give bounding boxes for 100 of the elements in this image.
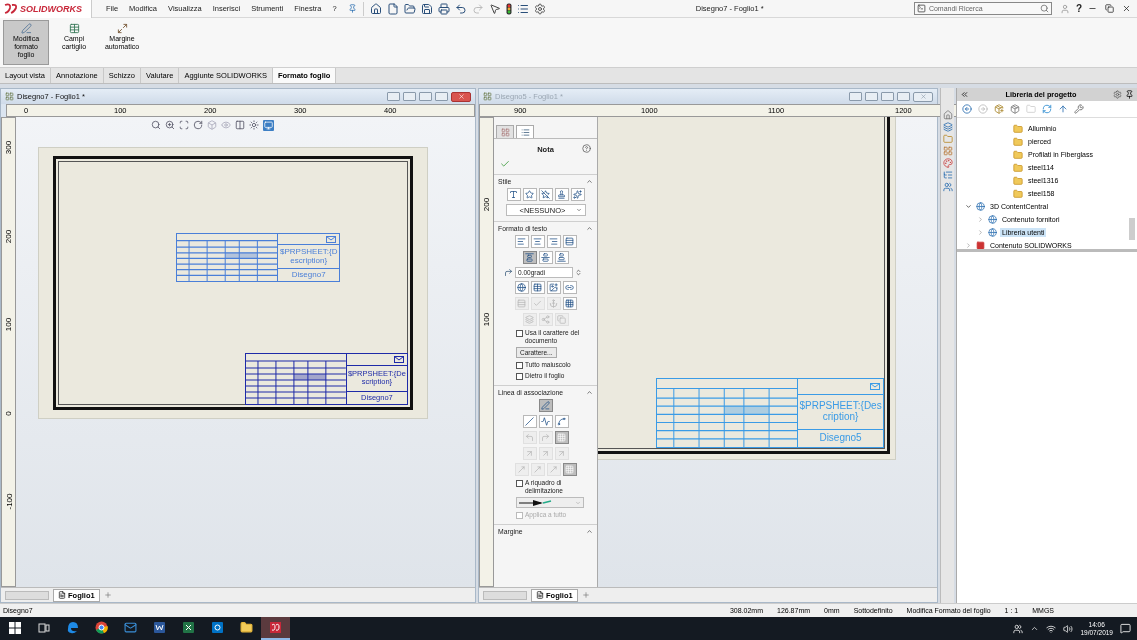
task-view-icon[interactable] [37, 622, 50, 633]
property-tab[interactable] [516, 125, 534, 138]
refresh-icon[interactable] [1042, 104, 1052, 114]
collapse-icon[interactable] [586, 178, 593, 185]
collapse-icon[interactable] [960, 90, 969, 99]
scrollbar-thumb[interactable] [1129, 218, 1135, 240]
tile-button[interactable] [403, 92, 416, 101]
windows-logo-icon[interactable] [8, 621, 21, 634]
settings-icon[interactable] [533, 2, 546, 15]
tool-button[interactable] [554, 188, 569, 201]
maximize-button[interactable] [897, 92, 910, 101]
minimize-button[interactable] [881, 92, 894, 101]
checkbox[interactable] [516, 480, 523, 487]
palette-icon[interactable] [942, 158, 953, 168]
checkbox[interactable] [516, 330, 523, 337]
tool-button[interactable] [522, 188, 537, 201]
tool-button[interactable] [554, 251, 569, 264]
undo-icon[interactable] [454, 2, 467, 15]
tool-button[interactable] [538, 399, 553, 412]
tool-button[interactable] [514, 281, 529, 294]
users-icon[interactable] [942, 182, 953, 192]
open-folder-icon[interactable] [403, 2, 416, 15]
people-icon[interactable] [1013, 623, 1024, 634]
tool-button[interactable] [554, 415, 569, 428]
close-icon [457, 93, 465, 100]
ok-icon[interactable] [500, 159, 510, 169]
help-menu[interactable]: ? [1075, 3, 1082, 14]
up-icon[interactable] [1058, 104, 1068, 114]
layers-icon[interactable] [942, 122, 953, 132]
pin-icon[interactable] [1125, 90, 1134, 99]
tool-button[interactable] [522, 415, 537, 428]
grid-icon[interactable] [942, 146, 953, 156]
list-icon[interactable] [516, 2, 529, 15]
tool-button[interactable] [530, 281, 545, 294]
rotate-icon[interactable] [193, 120, 203, 130]
folder-icon[interactable] [240, 621, 253, 634]
zoom-icon[interactable] [151, 120, 161, 130]
maximize-button[interactable] [435, 92, 448, 101]
notifications-icon[interactable] [1120, 623, 1131, 634]
package-icon[interactable] [1010, 104, 1020, 114]
back-icon[interactable] [962, 104, 972, 114]
lighting-icon[interactable] [249, 120, 259, 130]
mail-icon[interactable] [124, 621, 137, 634]
zoom-in-icon[interactable] [165, 120, 175, 130]
tray-chevron-icon[interactable] [1030, 624, 1040, 633]
print-icon[interactable] [437, 2, 450, 15]
pointer-icon[interactable] [488, 2, 501, 15]
close-icon[interactable] [1122, 4, 1131, 13]
close-button[interactable] [451, 91, 471, 102]
volume-icon[interactable] [1063, 623, 1074, 634]
tool-button[interactable] [522, 251, 537, 264]
tool-button[interactable] [538, 415, 553, 428]
split-view-icon[interactable] [235, 120, 245, 130]
collapse-icon[interactable] [586, 389, 593, 396]
document-app-icon[interactable] [153, 621, 166, 634]
zoom-area-icon[interactable] [179, 120, 189, 130]
close-button[interactable] [913, 91, 933, 102]
help-icon[interactable] [582, 144, 591, 153]
browser-icon[interactable] [95, 621, 108, 634]
display-button[interactable] [263, 120, 274, 131]
add-package-icon[interactable] [994, 104, 1004, 114]
cad-app-icon[interactable] [269, 621, 282, 634]
tool-button[interactable] [562, 235, 577, 248]
dropdown-caret-icon [576, 207, 583, 213]
collapse-icon[interactable] [586, 528, 593, 535]
user-icon[interactable] [1059, 3, 1070, 14]
tool-button[interactable] [546, 235, 561, 248]
tile-button[interactable] [865, 92, 878, 101]
tool-button[interactable] [506, 188, 521, 201]
save-icon[interactable] [420, 2, 433, 15]
spreadsheet-app-icon[interactable] [182, 621, 195, 634]
traffic-light-icon[interactable] [505, 2, 512, 15]
minimize-button[interactable] [419, 92, 432, 101]
tile-button[interactable] [849, 92, 862, 101]
tool-button[interactable] [570, 188, 585, 201]
home-icon[interactable] [369, 2, 382, 15]
collapse-icon[interactable] [586, 225, 593, 232]
mail-app-icon[interactable] [211, 621, 224, 634]
taskbar-slot[interactable] [261, 617, 290, 640]
tool-button[interactable] [530, 235, 545, 248]
tool-button[interactable] [538, 188, 553, 201]
tree-icon[interactable] [942, 170, 953, 180]
tool-button[interactable] [538, 251, 553, 264]
tool-button[interactable] [546, 281, 561, 294]
settings-icon[interactable] [1113, 90, 1122, 99]
search-icon[interactable] [1039, 4, 1049, 13]
wrench-icon[interactable] [1074, 104, 1084, 114]
tool-button[interactable] [514, 235, 529, 248]
new-file-icon[interactable] [386, 2, 399, 15]
restore-icon[interactable] [1105, 4, 1114, 13]
tool-button[interactable] [562, 281, 577, 294]
tile-button[interactable] [387, 92, 400, 101]
checkbox[interactable] [516, 362, 523, 369]
arrow-style-dropdown[interactable] [516, 497, 584, 508]
tool-button[interactable] [562, 297, 577, 310]
checkbox[interactable] [516, 373, 523, 380]
dropdown-caret-icon [575, 499, 581, 506]
spinner-icon[interactable] [575, 269, 582, 276]
network-icon[interactable] [1046, 623, 1057, 634]
rows-icon [565, 237, 574, 246]
